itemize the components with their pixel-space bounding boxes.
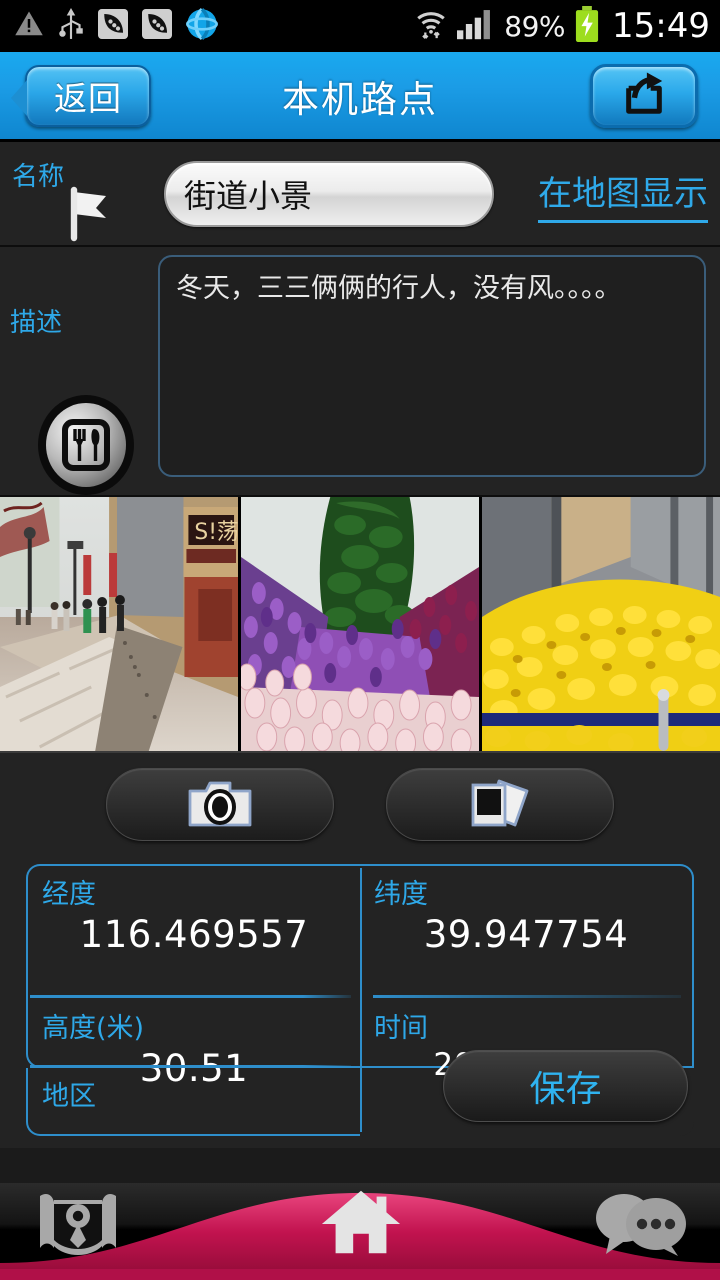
field-altitude[interactable]: 高度(米) 30.51: [26, 1000, 360, 1090]
latitude-value: 39.947754: [423, 913, 629, 956]
share-button[interactable]: [590, 63, 698, 128]
longitude-value: 116.469557: [79, 913, 309, 956]
nav-chat[interactable]: [590, 1188, 692, 1262]
save-button-label: 保存: [529, 1069, 602, 1110]
altitude-label: 高度(米): [42, 1013, 145, 1044]
app-header: 返回 本机路点: [0, 52, 720, 142]
save-button[interactable]: 保存: [443, 1050, 688, 1122]
status-bar-left-icons: [14, 8, 218, 44]
home-icon: [318, 1186, 404, 1262]
grid-horizontal-divider-left: [30, 994, 351, 998]
peapod-icon: [142, 9, 172, 43]
field-longitude[interactable]: 经度 116.469557: [26, 864, 360, 1000]
name-row: 名称 街道小景 在地图显示: [0, 142, 720, 247]
photo-actions: [0, 751, 720, 856]
bottom-nav: [0, 1183, 720, 1280]
status-bar-right-icons: 89% 15:49: [414, 6, 710, 46]
photo-yellow-flowers[interactable]: [482, 497, 720, 751]
battery-percent: 89%: [504, 9, 566, 43]
region-label: 地区: [42, 1081, 96, 1112]
wifi-icon: [414, 7, 448, 45]
usb-icon: [58, 8, 84, 44]
chat-bubbles-icon: [590, 1188, 692, 1262]
description-value: 冬天，三三俩俩的行人，没有风。。。。: [176, 273, 622, 304]
description-textarea[interactable]: 冬天，三三俩俩的行人，没有风。。。。: [158, 255, 706, 477]
grid-horizontal-divider-right: [373, 994, 681, 998]
photos-icon: [469, 777, 531, 833]
globe-icon: [186, 8, 218, 44]
flag-icon: [62, 186, 114, 246]
latitude-label: 纬度: [374, 879, 428, 910]
back-button-label: 返回: [54, 78, 122, 118]
status-bar: 89% 15:49: [0, 0, 720, 52]
longitude-label: 经度: [42, 879, 96, 910]
camera-icon: [188, 777, 252, 833]
battery-charging-icon: [574, 6, 600, 46]
data-grid: 经度 116.469557 纬度 39.947754 高度(米) 30.51 时…: [26, 864, 694, 1136]
svg-text:S!荡: S!荡: [194, 520, 238, 545]
grid-horizontal-divider-left-2: [30, 1065, 351, 1069]
nav-home[interactable]: [318, 1186, 404, 1262]
gallery-button[interactable]: [386, 768, 614, 841]
photo-street-mall[interactable]: S!荡: [0, 497, 238, 751]
app-screen: 89% 15:49 返回 本机路点 名称 街道小景 在地图显示 描述 冬天，三三…: [0, 0, 720, 1280]
photo-purple-flowers[interactable]: [241, 497, 479, 751]
description-label: 描述: [10, 308, 63, 338]
field-latitude[interactable]: 纬度 39.947754: [360, 864, 694, 1000]
back-button[interactable]: 返回: [11, 64, 151, 127]
name-input-value: 街道小景: [184, 177, 313, 215]
signal-bars-icon: [457, 8, 495, 44]
photo-strip: S!荡: [0, 497, 720, 751]
warning-triangle-icon: [14, 9, 44, 43]
field-region[interactable]: 地区: [26, 1068, 360, 1136]
camera-button[interactable]: [106, 768, 334, 841]
waypoint-data-panel: 经度 116.469557 纬度 39.947754 高度(米) 30.51 时…: [0, 856, 720, 1148]
status-bar-clock: 15:49: [612, 6, 710, 46]
show-on-map-link[interactable]: 在地图显示: [538, 166, 708, 223]
peapod-icon: [98, 9, 128, 43]
map-pin-icon: [30, 1188, 126, 1264]
name-label: 名称: [12, 162, 65, 192]
category-icon-button[interactable]: [36, 393, 136, 501]
nav-map[interactable]: [30, 1188, 126, 1264]
time-label: 时间: [374, 1013, 428, 1044]
share-icon: [619, 71, 669, 121]
grid-vertical-divider: [360, 868, 362, 1132]
name-input[interactable]: 街道小景: [164, 161, 494, 227]
